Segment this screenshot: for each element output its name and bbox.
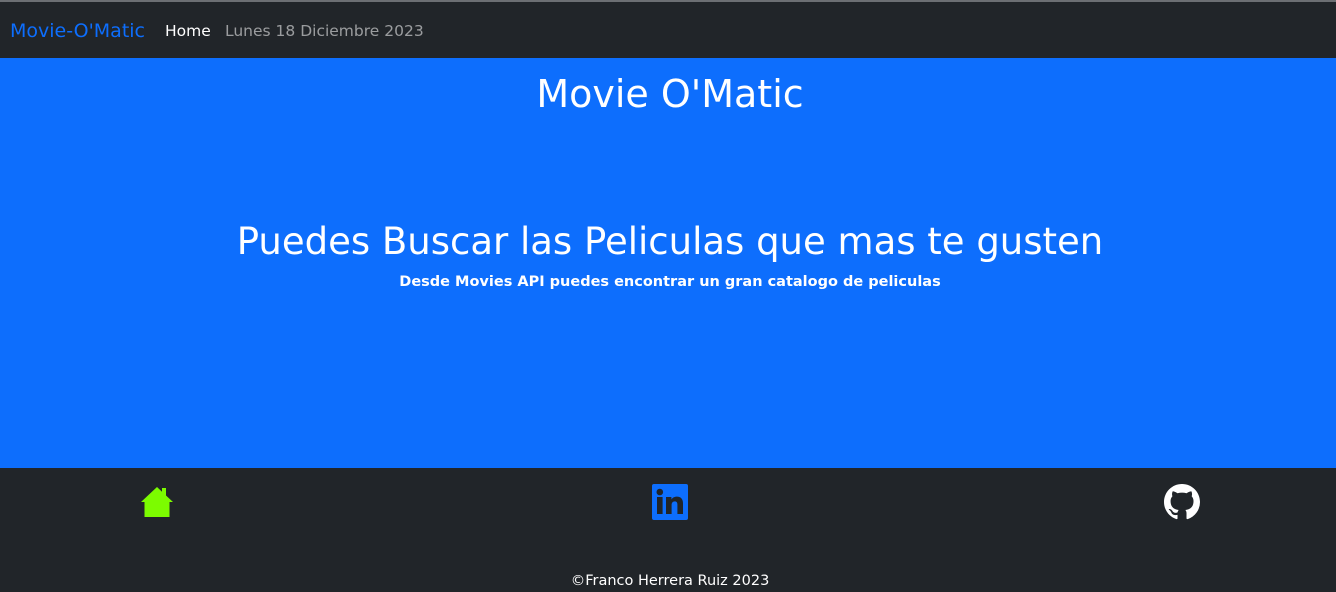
navbar: Movie-O'Matic Home Lunes 18 Diciembre 20… xyxy=(0,2,1336,58)
hero-heading: Puedes Buscar las Peliculas que mas te g… xyxy=(236,220,1104,263)
hero-section: Movie O'Matic Puedes Buscar las Pelicula… xyxy=(0,58,1336,468)
page-title: Movie O'Matic xyxy=(536,72,804,116)
nav-home-link[interactable]: Home xyxy=(165,21,211,41)
github-icon[interactable] xyxy=(1164,484,1200,520)
linkedin-icon-graphic xyxy=(652,484,688,520)
home-icon[interactable] xyxy=(139,484,175,520)
current-date: Lunes 18 Diciembre 2023 xyxy=(225,22,424,40)
footer: ©Franco Herrera Ruiz 2023 xyxy=(0,468,1336,592)
copyright-text: ©Franco Herrera Ruiz 2023 xyxy=(570,573,770,589)
github-icon-graphic xyxy=(1164,484,1200,520)
hero-subtitle: Desde Movies API puedes encontrar un gra… xyxy=(399,274,941,290)
brand-link[interactable]: Movie-O'Matic xyxy=(10,19,145,43)
home-icon-graphic xyxy=(141,487,173,517)
linkedin-icon[interactable] xyxy=(652,484,688,520)
